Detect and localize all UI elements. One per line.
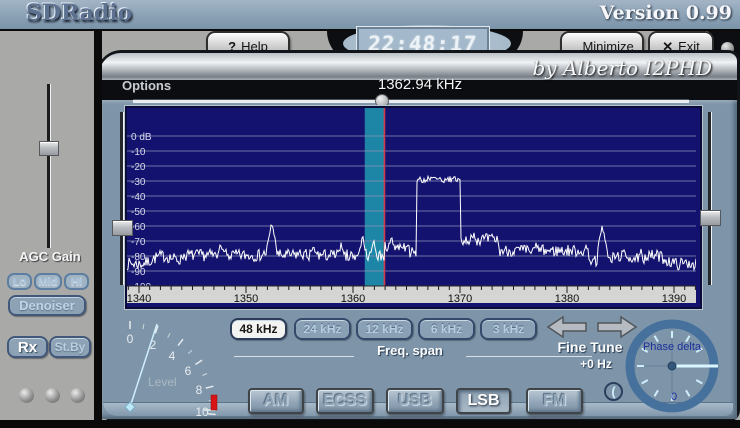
meter-pivot — [124, 401, 136, 413]
led-indicator — [19, 388, 34, 403]
agc-gain-slider-track[interactable] — [47, 84, 51, 248]
meter-scale-number: 10 — [195, 405, 209, 419]
meter-needle — [129, 323, 158, 408]
meter-scale-tick — [177, 338, 184, 346]
right-slider-track[interactable] — [708, 112, 712, 285]
level-label: Level — [148, 375, 177, 389]
author-byline: by Alberto I2PHD — [532, 56, 713, 80]
sdradio-window: SDRadio Version 0.99 22:48:17 ? Help _ M… — [0, 0, 740, 428]
freq-tick-label: 1340 — [127, 293, 151, 303]
meter-scale-number: 4 — [169, 349, 176, 363]
phase-delta-dial[interactable]: Phase delta 0 — [612, 316, 736, 420]
meter-scale-tick — [187, 349, 193, 354]
span-button-6-khz[interactable]: 6 kHz — [418, 318, 475, 340]
agc-button-lo[interactable]: Lo — [7, 273, 32, 290]
dial-tick — [695, 379, 703, 385]
menu-options[interactable]: Options — [122, 78, 171, 93]
rx-button[interactable]: Rx — [7, 336, 48, 358]
db-tick-label: -30 — [131, 177, 146, 188]
right-slider-thumb[interactable] — [700, 210, 721, 226]
mode-button-usb[interactable]: USB — [386, 388, 444, 414]
standby-button[interactable]: St.By — [49, 336, 91, 358]
led-indicator — [45, 388, 60, 403]
db-tick-label: -40 — [131, 192, 146, 203]
span-button-48-khz[interactable]: 48 kHz — [230, 318, 287, 340]
freq-tick-label: 1380 — [555, 293, 579, 303]
db-tick-label: -10 — [131, 147, 146, 158]
spectrum-panel[interactable]: 0 dB-10-20-30-40-50-60-70-80-90-10013401… — [125, 106, 702, 309]
freq-tick-label: 1370 — [448, 293, 472, 303]
arrow-left-icon[interactable] — [546, 315, 587, 339]
phase-delta-label: Phase delta — [643, 341, 702, 353]
meter-scale-number: 6 — [185, 364, 192, 378]
frequency-readout: 1362.94 kHz — [377, 76, 463, 93]
dial-tick — [641, 379, 649, 385]
meter-scale-number: 0 — [127, 332, 134, 346]
panel-divider — [94, 31, 102, 428]
dial-tick — [653, 389, 659, 397]
db-tick-label: 0 dB — [131, 132, 152, 143]
mode-button-lsb[interactable]: LSB — [456, 388, 511, 414]
freq-tick-label: 1350 — [234, 293, 258, 303]
db-tick-label: -70 — [131, 237, 146, 248]
db-tick-label: -50 — [131, 207, 146, 218]
denoiser-button[interactable]: Denoiser — [8, 295, 86, 316]
db-tick-label: -20 — [131, 162, 146, 173]
db-tick-label: -90 — [131, 267, 146, 278]
tuning-slider-track[interactable] — [133, 99, 689, 103]
meter-scale-tick — [205, 385, 214, 389]
freq-tick-label: 1360 — [341, 293, 365, 303]
span-button-3-khz[interactable]: 3 kHz — [480, 318, 537, 340]
meter-scale-number: 8 — [196, 383, 203, 397]
meter-scale-tick — [202, 373, 208, 376]
ref-level-slider-thumb[interactable] — [112, 220, 133, 236]
span-button-12-khz[interactable]: 12 kHz — [356, 318, 413, 340]
agc-gain-label: AGC Gain — [19, 249, 81, 264]
level-meter: 0 246810 Level — [124, 321, 218, 419]
meter-scale-tick — [207, 413, 216, 416]
db-tick-label: -60 — [131, 222, 146, 233]
span-button-24-khz[interactable]: 24 kHz — [294, 318, 351, 340]
agc-gain-slider-thumb[interactable] — [39, 141, 59, 156]
meter-scale-tick — [167, 332, 171, 338]
ref-level-slider-track[interactable] — [120, 112, 124, 285]
mode-button-ecss[interactable]: ECSS — [316, 388, 374, 414]
freq-span-label: Freq. span — [377, 343, 443, 358]
phase-delta-value: 0 — [671, 391, 677, 403]
agc-button-mid[interactable]: Mid — [34, 273, 62, 290]
app-title: SDRadio — [26, 0, 133, 26]
dial-tick — [685, 389, 691, 397]
span-rule-left — [234, 356, 354, 357]
agc-button-hi[interactable]: Hi — [64, 273, 89, 290]
meter-scale-tick — [142, 324, 145, 330]
spectrum-chart: 0 dB-10-20-30-40-50-60-70-80-90-10013401… — [126, 108, 697, 305]
mode-button-fm[interactable]: FM — [526, 388, 583, 414]
peak-level-bar — [210, 394, 218, 411]
meter-scale-tick — [195, 359, 203, 366]
version-label: Version 0.99 — [599, 2, 732, 24]
mode-button-am[interactable]: AM — [248, 388, 304, 414]
freq-tick-label: 1390 — [662, 293, 686, 303]
dial-hub — [667, 361, 677, 371]
axis-strip — [127, 286, 696, 303]
led-indicator — [70, 388, 85, 403]
